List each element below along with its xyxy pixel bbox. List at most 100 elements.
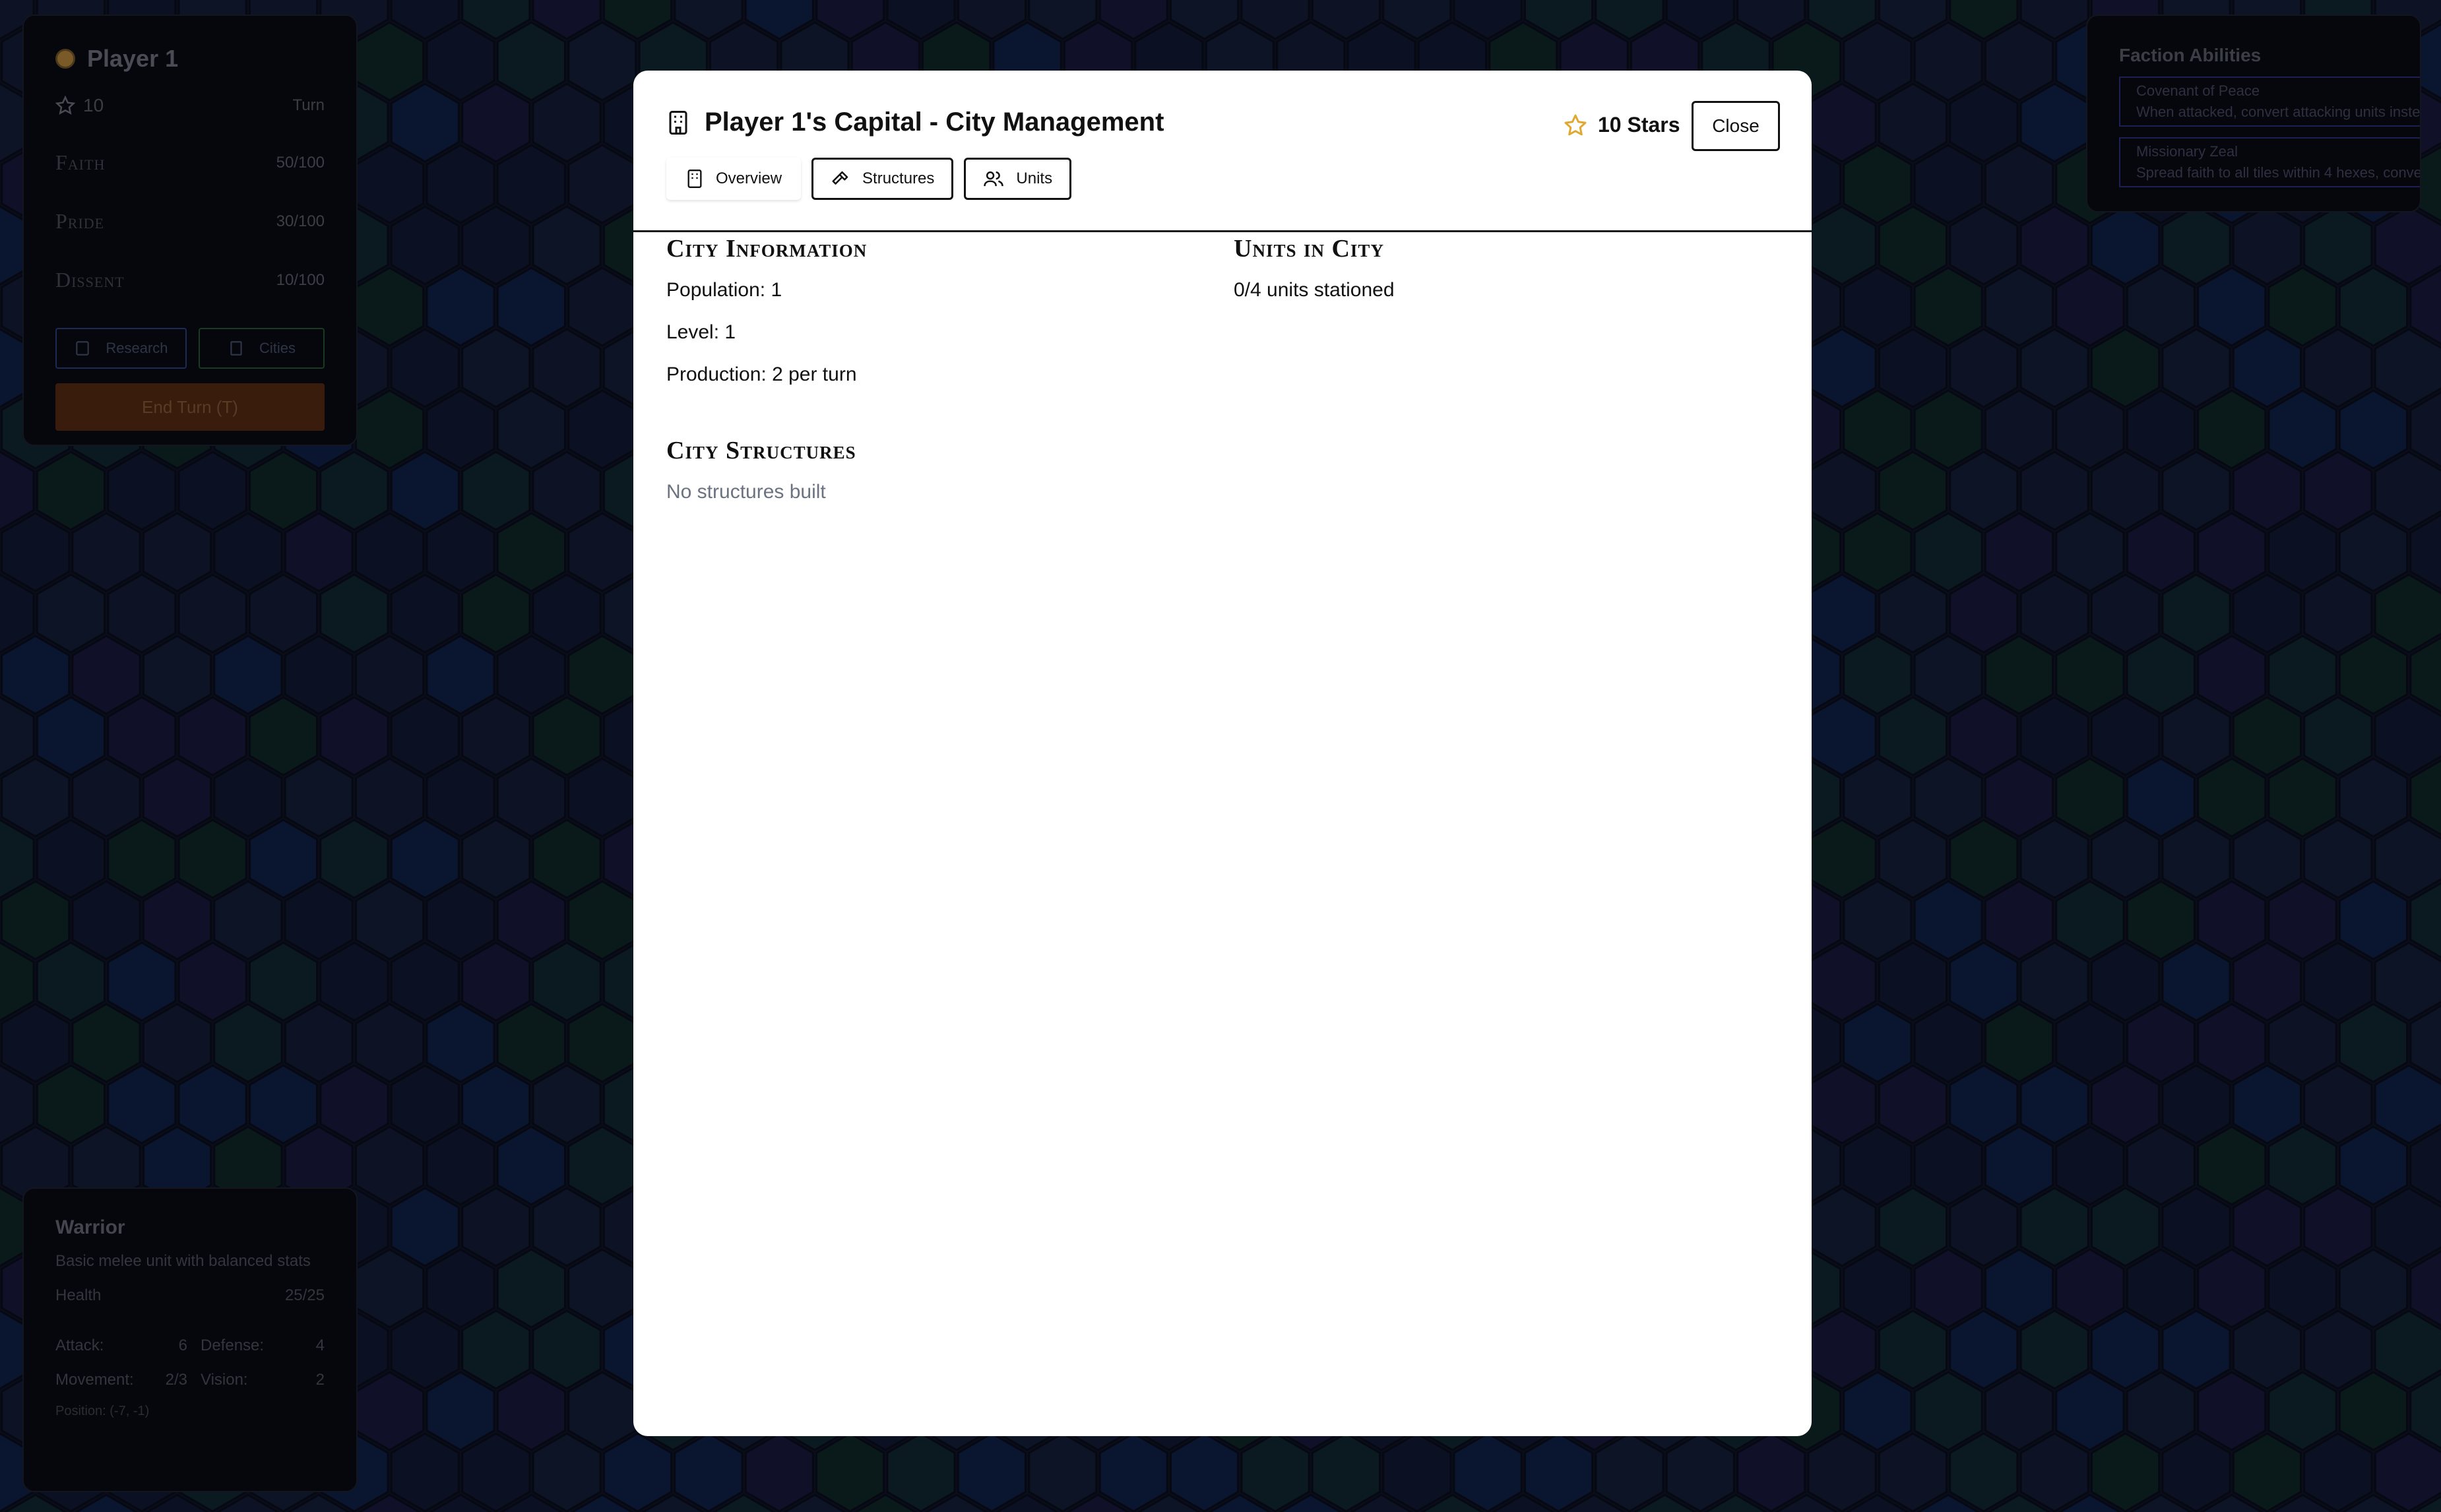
cities-button[interactable]: Cities [198, 328, 325, 369]
ability-covenant-of-peace[interactable]: Covenant of Peace When attacked, convert… [2119, 77, 2420, 127]
hex-tile [213, 880, 283, 961]
hex-tile [36, 941, 106, 1022]
hex-tile [2055, 1248, 2125, 1329]
hex-tile [2161, 941, 2231, 1022]
hex-tile [602, 1432, 673, 1512]
hex-tile [2091, 1309, 2161, 1390]
hex-tile [2338, 1003, 2409, 1083]
hex-tile [2019, 696, 2089, 776]
hex-tile [284, 512, 354, 592]
hex-tile [1843, 635, 1913, 715]
hex-tile [426, 267, 495, 347]
hex-tile [2161, 696, 2231, 776]
hex-tile [177, 819, 247, 899]
hex-tile [107, 941, 177, 1022]
hex-tile [1878, 328, 1948, 408]
tab-units[interactable]: Units [964, 158, 1072, 200]
hex-tile [461, 1187, 531, 1267]
ability-missionary-zeal[interactable]: Missionary Zeal Spread faith to all tile… [2119, 137, 2420, 187]
player-panel: Player 1 10 Turn Faith 50/100 Pride 30/1… [22, 15, 358, 446]
hex-tile [2374, 1432, 2441, 1512]
modal-header: Player 1's Capital - City Management 10 … [633, 71, 1812, 232]
hex-tile [390, 1187, 460, 1267]
building-icon [687, 170, 702, 188]
hex-tile [2126, 880, 2196, 961]
pride-label: Pride [55, 209, 105, 233]
hex-tile [2303, 1187, 2373, 1267]
hex-tile [461, 1309, 531, 1390]
hex-tile [426, 880, 495, 961]
hex-tile [1984, 1125, 2054, 1206]
close-button[interactable]: Close [1692, 101, 1780, 151]
hex-tile [142, 635, 212, 715]
hex-tile [1098, 1432, 1168, 1512]
end-turn-button[interactable]: End Turn (T) [55, 383, 325, 431]
hex-tile [2267, 512, 2337, 592]
hex-tile [2126, 1003, 2196, 1083]
hex-tile [2267, 757, 2337, 838]
hex-tile [426, 635, 495, 715]
hex-tile [1878, 819, 1948, 899]
tab-structures[interactable]: Structures [811, 158, 954, 200]
hex-tile [567, 1125, 637, 1206]
hex-tile [2019, 82, 2089, 163]
hex-tile [1382, 1432, 1452, 1512]
hex-tile [496, 21, 566, 102]
hex-tile [2055, 1003, 2125, 1083]
hex-tile [2374, 941, 2441, 1022]
hex-tile [2267, 1003, 2337, 1083]
unit-info-panel: Warrior Basic melee unit with balanced s… [22, 1187, 358, 1492]
hex-tile [532, 941, 602, 1022]
book-icon [76, 341, 90, 356]
hex-tile [567, 880, 637, 961]
hex-tile [1949, 205, 2019, 286]
hex-tile [2197, 757, 2267, 838]
hex-tile [355, 267, 425, 347]
hex-tile [2232, 1187, 2302, 1267]
vision-label: Vision: [201, 1371, 248, 1389]
hex-tile [426, 1371, 495, 1451]
unit-health-row: Health 25/25 [55, 1286, 325, 1305]
hex-tile [2267, 267, 2337, 347]
hex-tile [177, 941, 247, 1022]
hex-tile [213, 1003, 283, 1083]
hex-tile [319, 819, 389, 899]
tab-overview[interactable]: Overview [666, 158, 802, 200]
hex-tile [1878, 941, 1948, 1022]
hex-tile [2019, 1432, 2089, 1512]
hex-tile [2091, 696, 2161, 776]
defense-value: 4 [315, 1337, 325, 1354]
hex-tile [567, 1371, 637, 1451]
level-text: Level: 1 [666, 321, 736, 343]
hex-tile [2197, 880, 2267, 961]
hex-tile [1913, 1125, 1983, 1206]
hex-tile [142, 1003, 212, 1083]
hex-tile [1949, 328, 2019, 408]
hex-tile [567, 757, 637, 838]
hex-tile [2091, 1187, 2161, 1267]
hex-tile [355, 144, 425, 224]
hex-tile [1984, 880, 2054, 961]
player-header: Player 1 [55, 45, 325, 73]
hex-tile [213, 635, 283, 715]
building-icon [669, 110, 687, 135]
hex-tile [567, 1248, 637, 1329]
hex-tile [1843, 1003, 1913, 1083]
city-management-modal: Player 1's Capital - City Management 10 … [633, 71, 1812, 1436]
hex-tile [2161, 819, 2231, 899]
hex-tile [1878, 451, 1948, 531]
hex-tile [390, 1309, 460, 1390]
hex-tile [496, 1003, 566, 1083]
research-button[interactable]: Research [55, 328, 187, 369]
hex-tile [71, 880, 141, 961]
hex-tile [496, 1371, 566, 1451]
hex-tile [2338, 1371, 2409, 1451]
hex-tile [496, 389, 566, 470]
hex-tile [2161, 1309, 2231, 1390]
population-text: Population: 1 [666, 279, 782, 301]
hex-tile [496, 880, 566, 961]
dissent-value: 10/100 [276, 270, 325, 289]
hex-tile [461, 573, 531, 654]
hex-tile [1453, 1432, 1523, 1512]
hex-tile [426, 512, 495, 592]
